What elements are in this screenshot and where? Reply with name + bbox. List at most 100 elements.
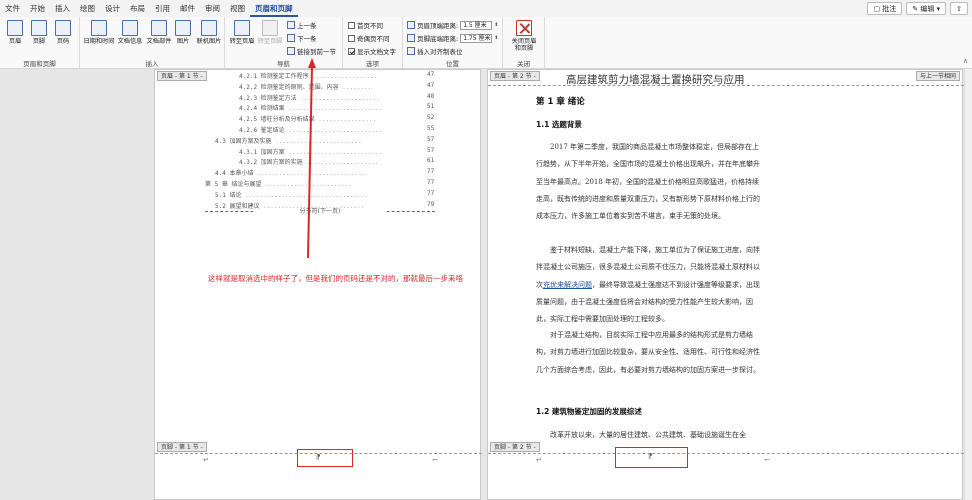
docparts-button[interactable]: 文档部件 xyxy=(144,20,174,45)
page-number-label: 页码 xyxy=(56,38,70,45)
footer-section-tag: 页脚 - 第 2 节 - xyxy=(490,442,540,452)
page-number-field[interactable]: ⁋ xyxy=(316,453,320,461)
paragraph-mark-icon: ⌐ xyxy=(764,456,770,464)
toc-entry-text: 5.1 结论 xyxy=(215,191,242,199)
header-top-input[interactable]: 1.5 厘米 xyxy=(460,20,493,30)
comment-button[interactable]: ▢ 批注 xyxy=(867,2,903,15)
toc-entry[interactable]: 第 5 章 结论与展望 ........................ 77 xyxy=(205,179,434,188)
toc-entry[interactable]: 4.2.1 检测鉴定工作程序 .................. 47 xyxy=(239,71,434,80)
header-button[interactable]: 页眉 xyxy=(2,20,28,45)
diff-odd-even-check-icon xyxy=(348,34,355,42)
page-number-icon xyxy=(55,20,71,36)
share-button[interactable]: ⇧ xyxy=(950,2,968,15)
tab-home[interactable]: 开始 xyxy=(25,0,50,17)
show-text-checkbox[interactable]: 显示文档文字 xyxy=(348,46,396,56)
link-previous-button[interactable]: 链接到前一节 xyxy=(287,46,336,56)
datetime-label: 日期和时间 xyxy=(83,38,115,45)
toc-entry[interactable]: 4.4 本章小结 .............................. 7… xyxy=(215,168,434,178)
toc-entry[interactable]: 5.1 结论 .................................… xyxy=(215,190,434,199)
toc-leader: .......................... xyxy=(284,105,383,113)
paragraph-mark-icon: ↵ xyxy=(203,456,209,464)
datetime-button[interactable]: 日期和时间 xyxy=(82,20,116,45)
footer-button[interactable]: 页脚 xyxy=(26,20,52,45)
chapter-heading: 第 1 章 绪论 xyxy=(536,97,585,107)
goto-footer-label: 转至页脚 xyxy=(257,38,283,45)
ribbon: 页眉 页脚 页码 页眉和页脚 日期和时间 文档信息 文档部件 图片 联机图片 插… xyxy=(0,17,972,69)
toc-entry-text: 4.3.1 加固方案 xyxy=(239,148,285,156)
goto-header-label: 转至页眉 xyxy=(229,38,255,45)
tab-review[interactable]: 审阅 xyxy=(200,0,225,17)
tab-view[interactable]: 视图 xyxy=(225,0,250,17)
toc-page-number: 77 xyxy=(427,168,435,176)
vertical-scrollbar[interactable] xyxy=(964,69,972,500)
goto-footer-button[interactable]: 转至页脚 xyxy=(256,20,284,45)
paragraph-2: 鉴于材料短缺，混凝土产能下降，施工单位为了保证施工进度，向拌拌混凝土公司施压，很… xyxy=(536,242,766,328)
toc-entry-text: 4.4 本章小结 xyxy=(215,170,254,178)
spin-arrows-icon[interactable]: ⬍ xyxy=(494,35,498,41)
toc-entry[interactable]: 5.2 展望和建议 ............................ 79 xyxy=(215,201,434,210)
toc-entry[interactable]: 4.3.2 加固方案的实施 .................... 61 xyxy=(239,157,434,167)
page-number-field[interactable]: ⁋ xyxy=(648,452,652,460)
toc-page-number: 77 xyxy=(427,179,435,186)
close-header-footer-label: 关闭页眉和页脚 xyxy=(511,38,537,52)
toc-page-number: 48 xyxy=(427,92,435,100)
header-top-field: 页眉顶端距离: 1.5 厘米 ⬍ xyxy=(407,20,498,30)
page-number-highlight-left xyxy=(297,449,353,467)
next-icon xyxy=(287,34,295,42)
online-picture-button[interactable]: 联机图片 xyxy=(194,20,224,45)
toc-entry[interactable]: 4.2.6 鉴定结论 .......................... 55 xyxy=(239,125,434,134)
toc-entry[interactable]: 4.2.2 检测鉴定的原则、范围、内容 ........ 47 xyxy=(239,82,434,91)
online-picture-icon xyxy=(201,20,217,36)
spin-arrows-icon[interactable]: ⬍ xyxy=(494,22,498,28)
tab-file[interactable]: 文件 xyxy=(0,0,25,17)
toc-entry[interactable]: 4.2.4 检测结果 .......................... 51 xyxy=(239,103,434,113)
diff-odd-even-checkbox[interactable]: 奇偶页不同 xyxy=(348,33,390,43)
tab-mailings[interactable]: 邮件 xyxy=(175,0,200,17)
toc-leader: .................... xyxy=(302,159,379,167)
toc-entry[interactable]: 4.3.1 加固方案 .......................... 57 xyxy=(239,147,434,156)
edit-mode-button[interactable]: ✎ 编辑 ▾ xyxy=(906,2,947,15)
paragraph-2-link[interactable]: 充优来解决问题 xyxy=(543,281,592,289)
show-text-label: 显示文档文字 xyxy=(357,48,396,56)
insert-align-tab-label: 插入对齐制表位 xyxy=(417,48,463,56)
calendar-icon xyxy=(91,20,107,36)
group-header-footer: 页眉 页脚 页码 页眉和页脚 xyxy=(0,17,80,69)
picture-button[interactable]: 图片 xyxy=(172,20,194,45)
diff-first-checkbox[interactable]: 首页不同 xyxy=(348,20,383,30)
previous-button[interactable]: 上一条 xyxy=(287,20,317,30)
page-number-button[interactable]: 页码 xyxy=(50,20,76,45)
tab-layout[interactable]: 布局 xyxy=(125,0,150,17)
toc-entry-text: 4.2.6 鉴定结论 xyxy=(239,127,285,134)
tab-draw[interactable]: 绘图 xyxy=(75,0,100,17)
tab-insert[interactable]: 插入 xyxy=(50,0,75,17)
footer-bottom-field: 页脚底端距离: 1.75 厘米 ⬍ xyxy=(407,33,498,43)
toc-entry[interactable]: 4.2.3 检测鉴定方法 ...................... 48 xyxy=(239,93,434,102)
goto-header-icon xyxy=(234,20,250,36)
toc-leader: ................ xyxy=(314,116,377,124)
footer-section-tag: 页脚 - 第 1 节 - xyxy=(157,442,207,452)
tab-design[interactable]: 设计 xyxy=(100,0,125,17)
collapse-ribbon-icon[interactable]: ∧ xyxy=(963,57,968,65)
footer-bottom-label: 页脚底端距离: xyxy=(417,35,459,43)
tab-header-footer[interactable]: 页眉和页脚 xyxy=(250,0,298,17)
toc-leader: .......................... xyxy=(284,148,383,156)
link-icon xyxy=(287,47,295,55)
next-button[interactable]: 下一条 xyxy=(287,33,317,43)
toc-entry[interactable]: 4.3 加固方案及实施 ........................ 57 xyxy=(215,136,434,145)
docinfo-button[interactable]: 文档信息 xyxy=(115,20,145,45)
toc-entry-text: 4.2.2 检测鉴定的原则、范围、内容 xyxy=(239,83,339,91)
goto-header-button[interactable]: 转至页眉 xyxy=(228,20,256,45)
tab-references[interactable]: 引用 xyxy=(150,0,175,17)
toc-entry-text: 4.3 加固方案及实施 xyxy=(215,137,272,145)
footer-bottom-input[interactable]: 1.75 厘米 xyxy=(460,33,493,43)
group-insert: 日期和时间 文档信息 文档部件 图片 联机图片 插入 xyxy=(80,17,225,69)
next-label: 下一条 xyxy=(297,35,317,43)
header-boundary-line xyxy=(488,85,964,86)
insert-align-tab-button[interactable]: 插入对齐制表位 xyxy=(407,46,463,56)
toc-entry[interactable]: 4.2.5 墙柱分析及分析结果 ................ 52 xyxy=(239,114,434,124)
toc-leader: .................. xyxy=(308,73,378,80)
picture-icon xyxy=(175,20,191,36)
docparts-icon xyxy=(151,20,167,36)
close-header-footer-button[interactable]: 关闭页眉和页脚 xyxy=(509,20,539,52)
toc-leader: ............................ xyxy=(259,202,365,210)
